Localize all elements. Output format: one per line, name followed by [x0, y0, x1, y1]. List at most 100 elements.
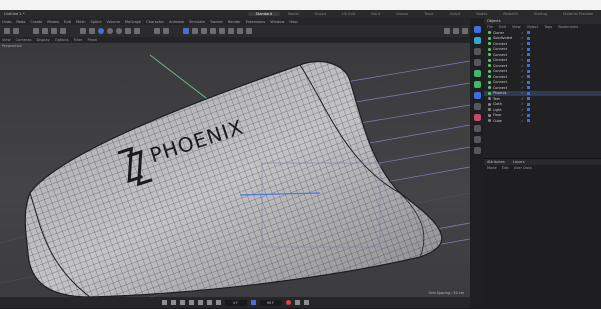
object-menu-item-2[interactable]: View [512, 25, 521, 29]
visibility-check-icon[interactable]: ✓ [521, 31, 524, 35]
tag-icon[interactable] [526, 119, 530, 123]
3d-viewport[interactable]: PHOENIX Grid Spacing : 50 cm [0, 43, 470, 297]
next-frame-icon[interactable] [197, 300, 203, 305]
loop-icon[interactable] [250, 300, 256, 305]
visibility-check-icon[interactable]: ✓ [521, 113, 524, 117]
current-frame-field[interactable]: 0 F [224, 299, 247, 306]
mograph-icon[interactable] [473, 81, 481, 88]
edge-mode-icon[interactable] [125, 28, 131, 34]
tag-icon[interactable] [473, 147, 481, 154]
play-icon[interactable] [188, 300, 194, 305]
tab-4[interactable]: Paint [363, 12, 388, 16]
viewport-menu-item-3[interactable]: Options [55, 38, 69, 42]
menu-item-11[interactable]: Simulate [189, 20, 205, 24]
undo-icon[interactable] [4, 28, 10, 34]
keyframe-icon[interactable] [303, 300, 309, 305]
scale-icon[interactable] [51, 28, 57, 34]
visibility-check-icon[interactable]: ✓ [521, 36, 524, 40]
field-icon[interactable] [473, 103, 481, 110]
camera-tool-icon[interactable] [473, 125, 481, 132]
tab-5[interactable]: Groom [388, 12, 416, 16]
tab-0[interactable]: Standard [247, 12, 280, 16]
viewport-menu-item-2[interactable]: Display [37, 38, 50, 42]
menu-item-15[interactable]: Window [270, 20, 284, 24]
tab-7[interactable]: Script [442, 12, 468, 16]
attributes-menu-item-1[interactable]: Edit [502, 166, 509, 170]
tag-icon[interactable] [526, 58, 530, 62]
attributes-tab-1[interactable]: Layers [513, 160, 525, 164]
object-row[interactable]: Cube ✓ [484, 118, 601, 124]
viewport-menu-item-0[interactable]: View [2, 38, 11, 42]
pen-icon[interactable] [192, 28, 198, 34]
cloner-icon[interactable] [210, 28, 216, 34]
object-menu-item-1[interactable]: Edit [499, 25, 506, 29]
next-key-icon[interactable] [206, 300, 212, 305]
visibility-check-icon[interactable]: ✓ [521, 97, 524, 101]
visibility-check-icon[interactable]: ✓ [521, 64, 524, 68]
visibility-check-icon[interactable]: ✓ [521, 47, 524, 51]
floor-icon[interactable] [228, 28, 234, 34]
y-axis-icon[interactable] [89, 28, 95, 34]
record-icon[interactable] [285, 300, 291, 305]
menu-item-4[interactable]: Edit [64, 20, 71, 24]
tag-icon[interactable] [526, 108, 530, 112]
render-view-icon[interactable] [444, 28, 450, 34]
object-menu-item-3[interactable]: Object [527, 25, 539, 29]
visibility-check-icon[interactable]: ✓ [521, 119, 524, 123]
menu-item-3[interactable]: Modes [47, 20, 59, 24]
menu-item-0[interactable]: Undo [2, 20, 11, 24]
menu-item-9[interactable]: Character [146, 20, 164, 24]
object-menu-item-4[interactable]: Tags [544, 25, 552, 29]
visibility-check-icon[interactable]: ✓ [521, 80, 524, 84]
deformer-tool-icon[interactable] [473, 92, 481, 99]
goto-start-icon[interactable] [161, 300, 167, 305]
rotate-icon[interactable] [60, 28, 66, 34]
camera-icon[interactable] [237, 28, 243, 34]
deformer-icon[interactable] [219, 28, 225, 34]
tag-icon[interactable] [526, 102, 530, 106]
menu-item-2[interactable]: Create [30, 20, 42, 24]
move-icon[interactable] [42, 28, 48, 34]
generator-icon[interactable] [473, 70, 481, 77]
redo-icon[interactable] [13, 28, 19, 34]
tab-9[interactable]: Redshift [495, 12, 526, 16]
cylinder-tool-icon[interactable] [473, 48, 481, 55]
text-tool-icon[interactable] [473, 59, 481, 66]
tag-icon[interactable] [526, 53, 530, 57]
viewport-menu-item-5[interactable]: Panel [88, 38, 98, 42]
menu-item-14[interactable]: Extensions [246, 20, 266, 24]
point-mode-icon[interactable] [116, 28, 122, 34]
tag-icon[interactable] [526, 75, 530, 79]
tag-icon[interactable] [526, 80, 530, 84]
tag-icon[interactable] [526, 31, 530, 35]
viewport-menu-item-1[interactable]: Cameras [16, 38, 32, 42]
render-settings-icon[interactable] [462, 28, 468, 34]
menu-item-13[interactable]: Render [228, 20, 241, 24]
autokey-icon[interactable] [294, 300, 300, 305]
attributes-menu-item-0[interactable]: Mode [487, 166, 497, 170]
menu-item-7[interactable]: Volume [107, 20, 120, 24]
visibility-check-icon[interactable]: ✓ [521, 75, 524, 79]
tag-icon[interactable] [526, 97, 530, 101]
light-tool-icon[interactable] [473, 136, 481, 143]
visibility-check-icon[interactable]: ✓ [521, 69, 524, 73]
visibility-check-icon[interactable]: ✓ [521, 91, 524, 95]
workplane-icon[interactable] [163, 28, 169, 34]
tag-icon[interactable] [526, 36, 530, 40]
tag-icon[interactable] [526, 113, 530, 117]
tab-11[interactable]: Material Preview [555, 12, 601, 16]
visibility-check-icon[interactable]: ✓ [521, 102, 524, 106]
menu-item-10[interactable]: Animate [169, 20, 184, 24]
tab-6[interactable]: Track [416, 12, 441, 16]
render-icon[interactable] [453, 28, 459, 34]
tag-icon[interactable] [526, 91, 530, 95]
end-frame-field[interactable]: 90 F [259, 299, 282, 306]
menu-item-1[interactable]: Redo [16, 20, 25, 24]
menu-item-12[interactable]: Tracker [210, 20, 223, 24]
menu-item-5[interactable]: Mesh [76, 20, 85, 24]
select-icon[interactable] [33, 28, 39, 34]
tab-10[interactable]: Startup [526, 12, 555, 16]
tag-icon[interactable] [526, 47, 530, 51]
tab-8[interactable]: Nodes [468, 12, 495, 16]
object-mode-icon[interactable] [107, 28, 113, 34]
